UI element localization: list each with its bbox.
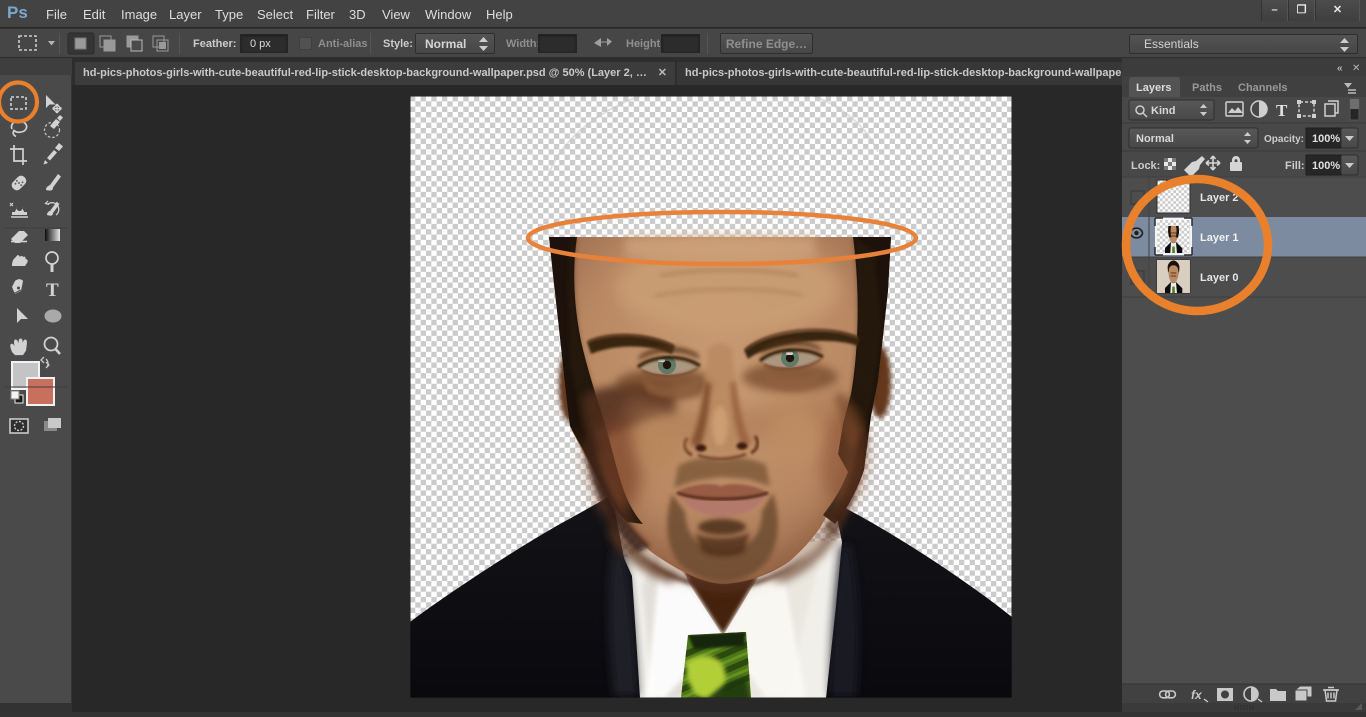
svg-text:«: « (1337, 63, 1343, 74)
svg-text:Layer 2: Layer 2 (1200, 192, 1239, 204)
svg-text:Channels: Channels (1238, 82, 1288, 94)
svg-text:100%: 100% (1312, 133, 1340, 145)
svg-text:Layers: Layers (1136, 82, 1171, 94)
svg-text:Fill:: Fill: (1285, 160, 1305, 172)
svg-text:fx: fx (1191, 688, 1203, 702)
svg-text:Layer 1: Layer 1 (1200, 232, 1239, 244)
svg-text:✕: ✕ (1352, 63, 1360, 74)
svg-text:Normal: Normal (1136, 133, 1174, 145)
svg-text:Opacity:: Opacity: (1264, 134, 1304, 145)
svg-text:100%: 100% (1312, 160, 1340, 172)
svg-text:T: T (46, 280, 59, 301)
svg-text:Layer 0: Layer 0 (1200, 272, 1239, 284)
svg-text:T: T (1276, 101, 1288, 120)
svg-text:Lock:: Lock: (1131, 160, 1160, 172)
svg-text:Paths: Paths (1192, 82, 1222, 94)
svg-text:Kind: Kind (1151, 105, 1175, 117)
